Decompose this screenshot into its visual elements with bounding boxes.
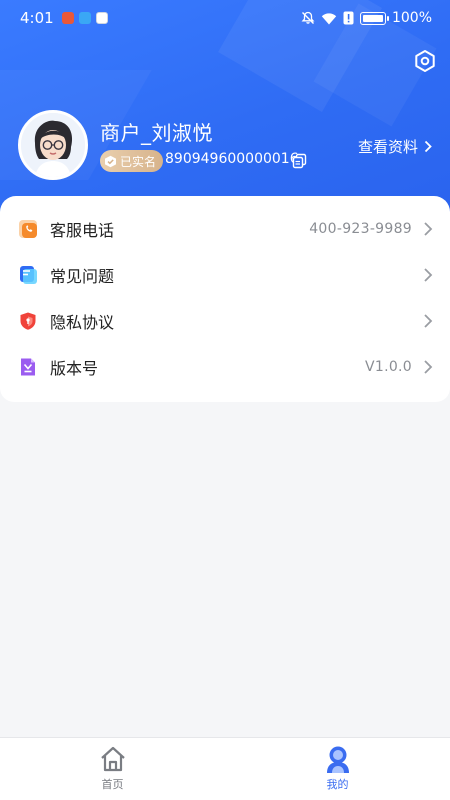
phone-icon [18, 219, 38, 239]
status-right: 100% [301, 10, 432, 26]
privacy-shield-icon [18, 311, 38, 331]
tab-home-label: 首页 [101, 778, 124, 791]
mute-bell-icon [301, 11, 315, 24]
settings-menu-card: 客服电话 400-923-9989 常见问题 隐私协议 版本号 V1.0.0 [0, 196, 450, 402]
app-notification-icon [78, 12, 91, 24]
sim-alert-icon [343, 11, 354, 25]
menu-item-value: V1.0.0 [365, 359, 412, 375]
settings-gear-icon [415, 50, 435, 72]
settings-button[interactable] [412, 48, 438, 74]
profile-person-icon [326, 746, 349, 773]
copy-icon [292, 153, 307, 169]
app-notification-icon [95, 12, 108, 24]
user-avatar[interactable] [18, 110, 88, 180]
battery-icon [359, 11, 389, 25]
chevron-right-icon [424, 360, 433, 374]
menu-item-label: 版本号 [50, 359, 99, 378]
tab-mine-label: 我的 [326, 778, 349, 791]
menu-item-label: 隐私协议 [50, 313, 115, 332]
chevron-right-icon [424, 268, 433, 282]
status-bar: 4:01 100% [0, 0, 450, 36]
app-notification-icon [61, 12, 74, 24]
copy-button[interactable] [292, 153, 308, 169]
merchant-id: 890949600000016 [165, 151, 299, 167]
menu-item-version[interactable]: 版本号 V1.0.0 [0, 344, 450, 390]
chevron-right-icon [424, 222, 433, 236]
status-time: 4:01 [20, 9, 54, 27]
tab-home[interactable]: 首页 [0, 738, 225, 800]
view-profile-link[interactable]: 查看资料 [358, 136, 432, 157]
verified-shield-icon [105, 155, 116, 167]
verified-badge: 已实名 [100, 150, 164, 172]
menu-item-label: 客服电话 [50, 221, 115, 240]
view-profile-label: 查看资料 [357, 138, 418, 156]
tab-mine[interactable]: 我的 [225, 738, 450, 800]
faq-icon [18, 265, 38, 285]
verified-label: 已实名 [120, 154, 157, 169]
menu-item-privacy[interactable]: 隐私协议 [0, 298, 450, 344]
menu-item-value: 400-923-9989 [309, 221, 412, 237]
wifi-icon [321, 12, 337, 24]
chevron-right-icon [424, 314, 433, 328]
home-icon [100, 746, 125, 772]
menu-item-customer-service[interactable]: 客服电话 400-923-9989 [0, 206, 450, 252]
chevron-right-icon [424, 140, 432, 153]
notification-icons [61, 12, 108, 24]
menu-item-label: 常见问题 [50, 267, 115, 286]
version-icon [18, 357, 38, 377]
bottom-navigation: 首页 我的 [0, 737, 450, 800]
menu-item-faq[interactable]: 常见问题 [0, 252, 450, 298]
battery-percent: 100% [391, 10, 432, 26]
avatar-illustration [21, 113, 85, 177]
merchant-name: 商户_刘淑悦 [100, 121, 213, 145]
